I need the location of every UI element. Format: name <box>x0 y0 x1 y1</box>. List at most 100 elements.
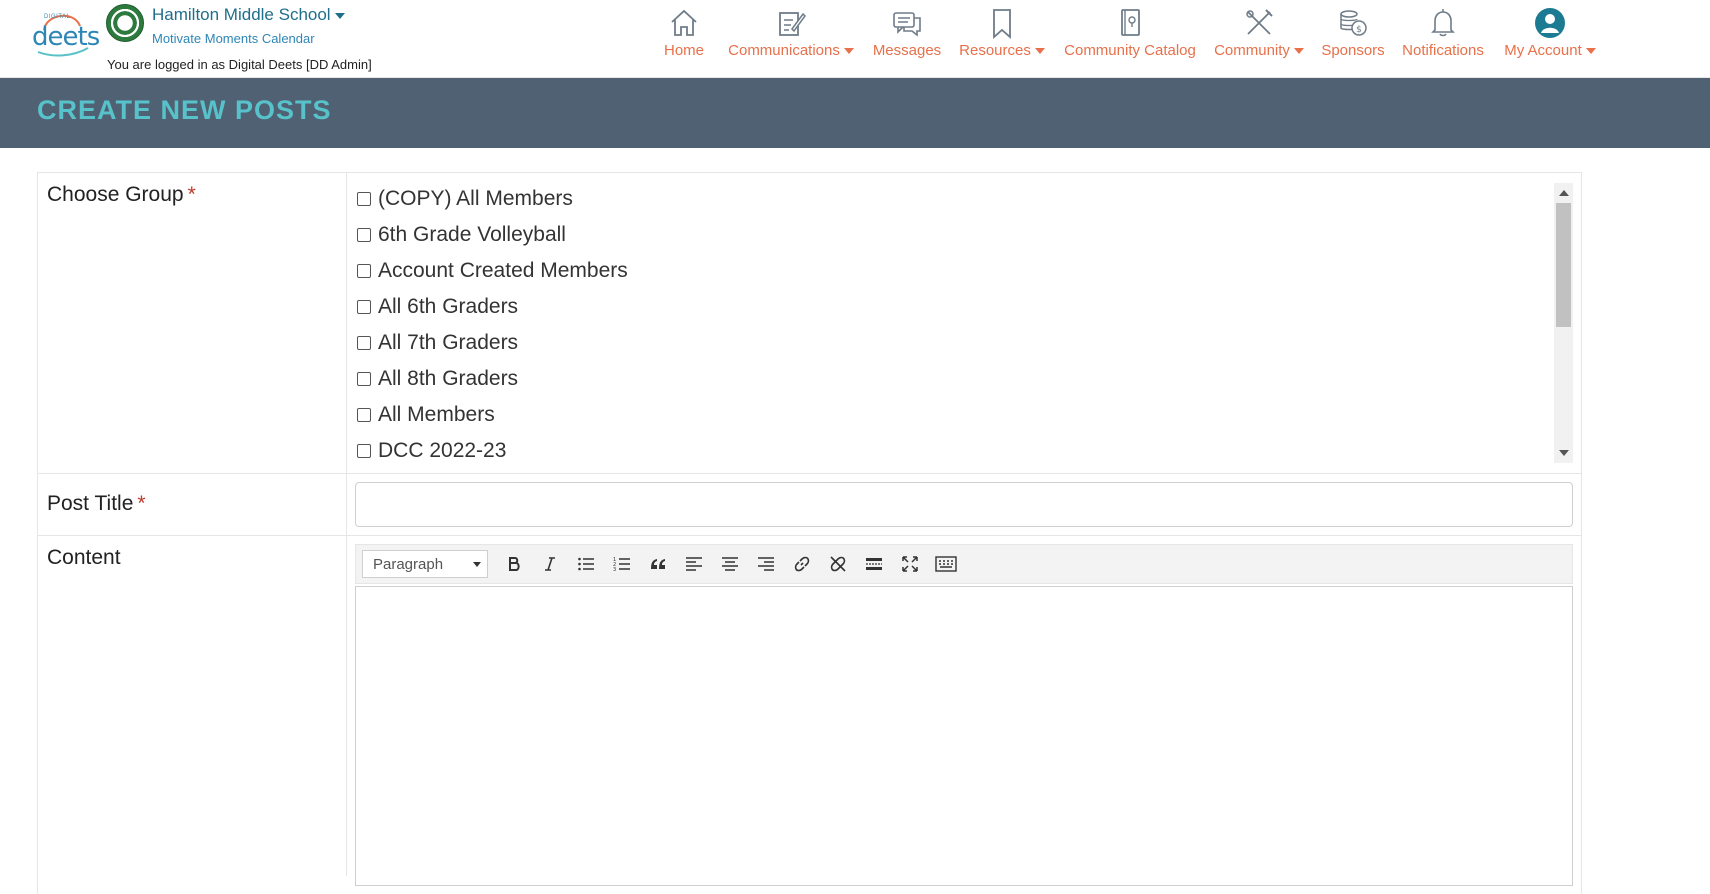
italic-button[interactable] <box>532 548 568 580</box>
group-checkbox[interactable] <box>357 264 371 278</box>
group-option[interactable]: 6th Grade Volleyball <box>357 217 1573 253</box>
insert-link-button[interactable] <box>784 548 820 580</box>
post-title-row: Post Title * <box>38 474 1581 536</box>
quote-icon <box>651 559 665 569</box>
scroll-down-arrow-icon[interactable] <box>1559 450 1569 456</box>
group-option[interactable]: Account Created Members <box>357 253 1573 289</box>
align-left-button[interactable] <box>676 548 712 580</box>
nav-notifications[interactable]: Notifications <box>1400 6 1486 66</box>
nav-communications[interactable]: Communications <box>724 6 858 66</box>
group-option[interactable]: (COPY) All Members <box>357 181 1573 217</box>
choose-group-label-cell: Choose Group * <box>38 173 347 473</box>
group-option[interactable]: All 6th Graders <box>357 289 1573 325</box>
caret-down-icon <box>1034 48 1045 55</box>
post-title-input[interactable] <box>355 482 1573 527</box>
school-switcher[interactable]: Hamilton Middle School <box>152 5 345 25</box>
nav-community-label: Community <box>1214 42 1290 59</box>
align-center-icon <box>722 557 738 571</box>
group-option-label: DCC 2022-23 <box>378 439 507 462</box>
group-option[interactable]: All Members <box>357 397 1573 433</box>
fullscreen-button[interactable] <box>892 548 928 580</box>
logged-in-status: You are logged in as Digital Deets [DD A… <box>107 57 372 72</box>
nav-community[interactable]: Community <box>1212 6 1306 66</box>
fullscreen-icon <box>902 556 918 572</box>
align-right-button[interactable] <box>748 548 784 580</box>
italic-icon <box>545 557 555 571</box>
nav-my-account-label: My Account <box>1504 42 1582 59</box>
group-checkbox[interactable] <box>357 228 371 242</box>
align-center-button[interactable] <box>712 548 748 580</box>
read-more-button[interactable] <box>856 548 892 580</box>
group-checkbox[interactable] <box>357 372 371 386</box>
catalog-book-icon <box>1121 9 1140 36</box>
align-right-icon <box>758 557 774 571</box>
caret-down-icon <box>1293 48 1304 55</box>
group-option-label: All 6th Graders <box>378 295 519 318</box>
group-checkbox[interactable] <box>357 192 371 206</box>
nav-home[interactable]: Home <box>660 6 708 66</box>
caret-down-icon <box>1585 48 1596 55</box>
read-more-icon <box>866 558 882 570</box>
content-label: Content <box>47 546 121 569</box>
group-option[interactable]: All 7th Graders <box>357 325 1573 361</box>
group-checkbox[interactable] <box>357 300 371 314</box>
bold-icon <box>509 557 520 571</box>
bullet-list-icon <box>578 557 594 571</box>
numbered-list-button[interactable]: 123 <box>604 548 640 580</box>
group-checkbox[interactable] <box>357 408 371 422</box>
group-option[interactable]: All 8th Graders <box>357 361 1573 397</box>
group-checkbox-list[interactable]: (COPY) All Members 6th Grade Volleyball … <box>355 181 1573 465</box>
align-left-icon <box>686 557 702 571</box>
nav-home-label: Home <box>663 42 704 59</box>
remove-link-button[interactable] <box>820 548 856 580</box>
keyboard-icon <box>935 556 957 572</box>
create-post-form: Choose Group * (COPY) All Members 6th Gra… <box>37 172 1582 894</box>
tools-icon <box>1246 9 1273 35</box>
bookmark-icon <box>993 9 1011 39</box>
group-option[interactable]: DCC 2022-23 <box>357 433 1573 469</box>
coins-icon: $ <box>1340 10 1367 36</box>
digital-deets-logo[interactable]: DIGITAL deets <box>30 8 100 57</box>
calendar-link[interactable]: Motivate Moments Calendar <box>152 31 315 46</box>
page-title-band: CREATE NEW POSTS <box>0 78 1710 148</box>
scroll-up-arrow-icon[interactable] <box>1559 190 1569 196</box>
nav-messages[interactable]: Messages <box>870 6 944 66</box>
scrollbar-thumb[interactable] <box>1556 203 1571 327</box>
link-icon <box>794 556 810 572</box>
nav-notifications-label: Notifications <box>1402 42 1484 59</box>
logo-small-text: DIGITAL <box>44 14 71 20</box>
bullet-list-button[interactable] <box>568 548 604 580</box>
chat-bubbles-icon <box>893 12 921 37</box>
nav-messages-label: Messages <box>872 42 942 59</box>
nav-communications-label: Communications <box>728 42 840 59</box>
nav-sponsors[interactable]: $ Sponsors <box>1318 6 1388 66</box>
nav-my-account[interactable]: My Account <box>1498 6 1602 66</box>
svg-text:3: 3 <box>613 567 616 572</box>
school-name: Hamilton Middle School <box>152 5 331 24</box>
chevron-down-icon <box>334 12 345 19</box>
school-seal-icon <box>106 4 144 42</box>
bold-button[interactable] <box>496 548 532 580</box>
choose-group-label: Choose Group <box>47 183 184 206</box>
content-editor-cell: Paragraph 123 <box>347 536 1581 894</box>
paragraph-format-select[interactable]: Paragraph <box>362 550 488 578</box>
toolbar-toggle-button[interactable] <box>928 548 964 580</box>
blockquote-button[interactable] <box>640 548 676 580</box>
unlink-icon <box>830 556 846 572</box>
group-checkbox[interactable] <box>357 444 371 458</box>
content-editor-body[interactable] <box>355 586 1573 886</box>
nav-community-catalog[interactable]: Community Catalog <box>1060 6 1200 66</box>
nav-resources[interactable]: Resources <box>956 6 1048 66</box>
post-title-label: Post Title <box>47 492 134 515</box>
user-avatar-icon <box>1535 8 1565 38</box>
group-checkbox[interactable] <box>357 336 371 350</box>
required-mark: * <box>137 492 146 515</box>
group-list-scrollbar[interactable] <box>1554 183 1573 463</box>
chevron-down-icon <box>473 562 481 567</box>
top-header: DIGITAL deets Hamilton Middle School Mot… <box>0 0 1710 78</box>
nav-resources-label: Resources <box>959 42 1031 59</box>
post-title-label-cell: Post Title * <box>38 474 347 535</box>
group-option-label: All 7th Graders <box>378 331 519 354</box>
format-select-value: Paragraph <box>373 555 444 573</box>
group-option-label: All Members <box>378 403 495 426</box>
